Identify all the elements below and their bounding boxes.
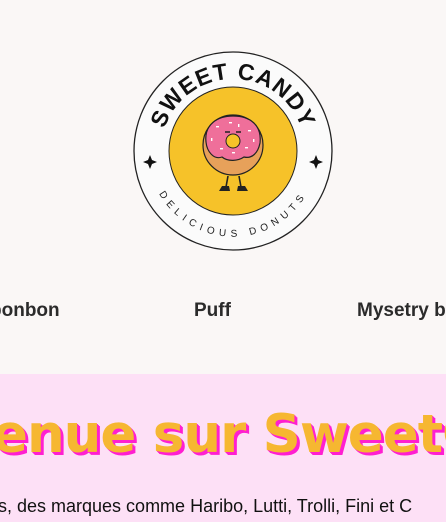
nav-item-mystery-box[interactable]: Mysetry b xyxy=(357,300,446,322)
sweet-candy-logo[interactable]: SWEET CANDY DELICIOUS DONUTS xyxy=(132,50,334,252)
intro-text: s, des marques comme Haribo, Lutti, Trol… xyxy=(0,496,413,516)
welcome-title: enue sur SweetCa xyxy=(0,404,446,465)
nav-item-bonbon[interactable]: bonbon xyxy=(0,300,60,322)
page: SWEET CANDY DELICIOUS DONUTS onbon Puff … xyxy=(0,0,446,522)
nav-item-puff[interactable]: Puff xyxy=(194,300,231,322)
welcome-banner: enue sur SweetCa s, des marques comme Ha… xyxy=(0,374,446,522)
main-nav: bonbon Puff Mysetry b xyxy=(0,300,446,326)
